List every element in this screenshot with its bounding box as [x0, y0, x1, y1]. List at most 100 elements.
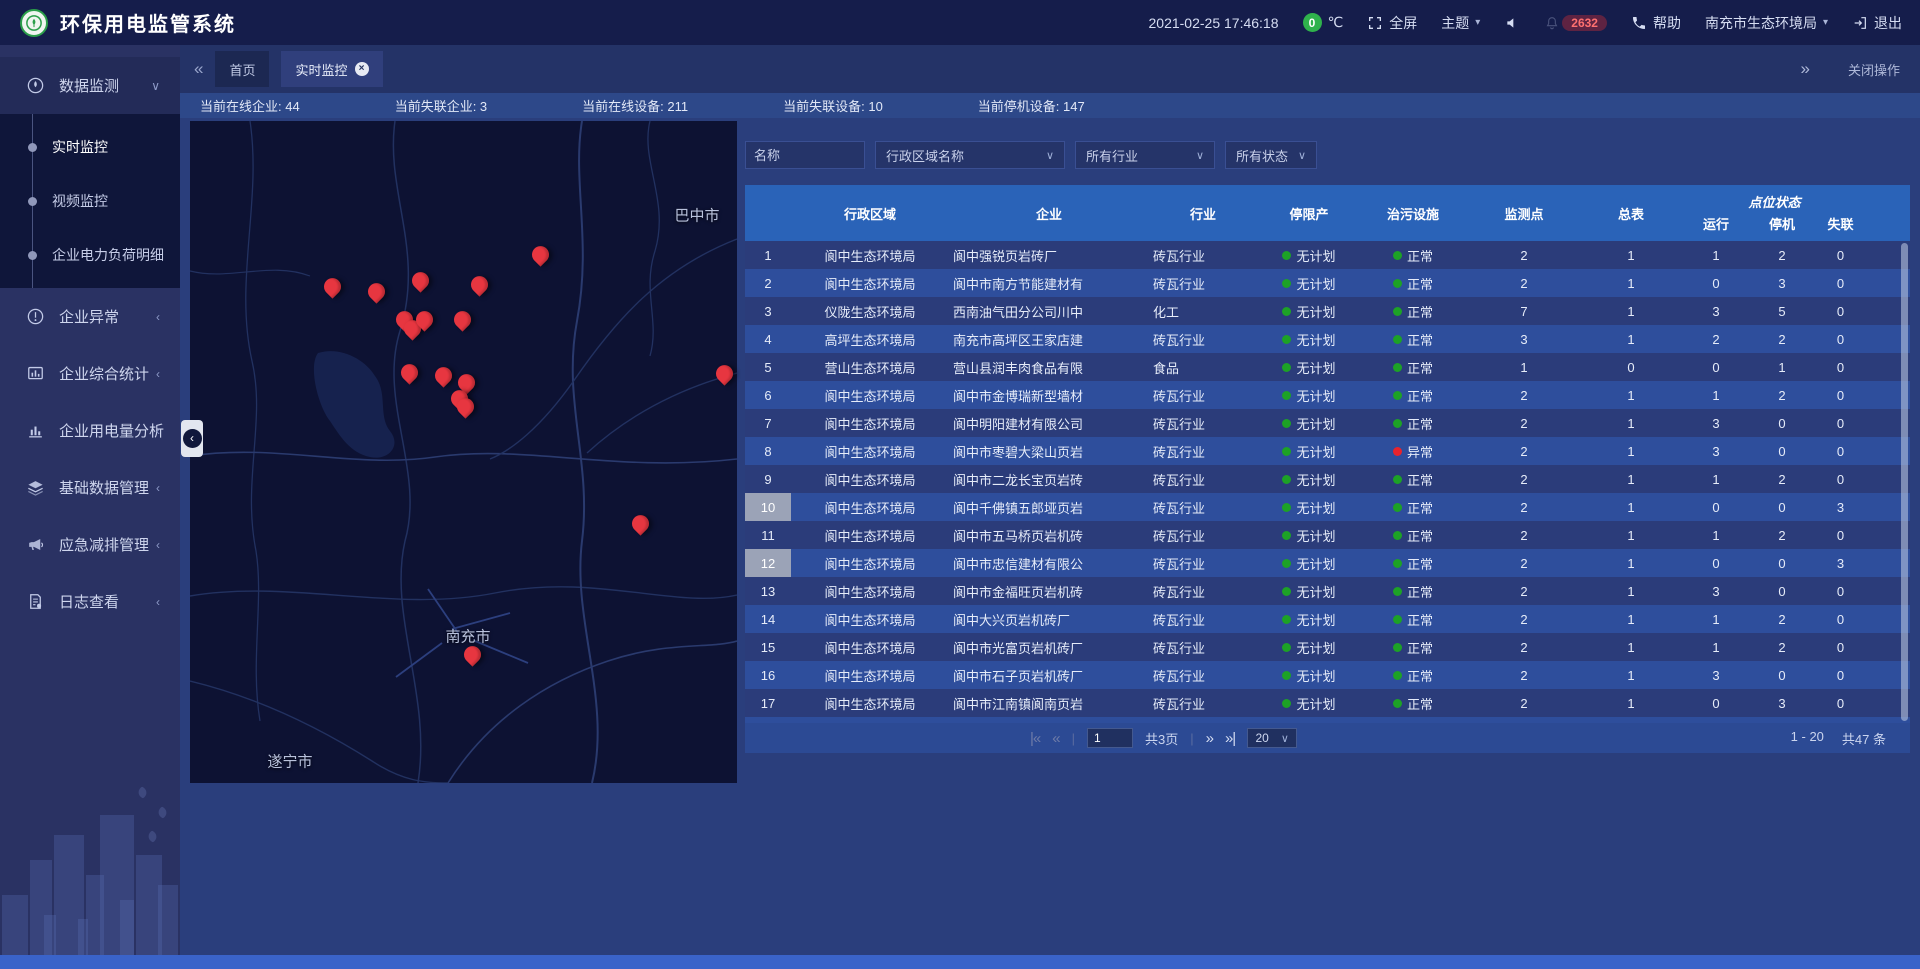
sidebar-subitem-realtime-monitor[interactable]: 实时监控 [0, 120, 180, 174]
map-pin[interactable] [716, 365, 734, 383]
mute-button[interactable] [1504, 15, 1520, 31]
sidebar-subitem-label: 企业电力负荷明细 [52, 245, 164, 265]
cell-region: 仪陇生态环境局 [791, 297, 949, 325]
building-shape [78, 919, 88, 955]
map-pin[interactable] [435, 367, 453, 385]
cell-total-meter: 1 [1583, 605, 1679, 633]
status-dot-icon [1282, 279, 1291, 288]
table-body: 1阆中生态环境局阆中强锐页岩砖厂砖瓦行业无计划正常211202阆中生态环境局阆中… [745, 241, 1910, 723]
page-number-input[interactable] [1087, 728, 1133, 748]
cell-offline-count: 0 [1811, 353, 1870, 381]
sidebar-item-base-data-management[interactable]: 基础数据管理‹ [0, 459, 180, 516]
page-title: 环保用电监管系统 [60, 8, 236, 37]
table-row[interactable]: 9阆中生态环境局阆中市二龙长宝页岩砖砖瓦行业无计划正常21120 [745, 465, 1910, 493]
page-size-select[interactable]: 20∨ [1247, 728, 1297, 748]
map-pin[interactable] [412, 272, 430, 290]
next-page-button[interactable]: » [1206, 730, 1213, 747]
map-pin[interactable] [532, 246, 550, 264]
table-row[interactable]: 15阆中生态环境局阆中市光富页岩机砖厂砖瓦行业无计划正常21120 [745, 633, 1910, 661]
sidebar-item-data-monitoring[interactable]: 数据监测∨ [0, 57, 180, 114]
cell-stopped-count: 2 [1753, 521, 1811, 549]
cell-region: 营山生态环境局 [791, 353, 949, 381]
tabs-scroll-left-icon[interactable]: « [194, 59, 203, 79]
cell-offline-count: 0 [1811, 521, 1870, 549]
organization-dropdown[interactable]: 南充市生态环境局▾ [1705, 13, 1828, 33]
table-row[interactable]: 8阆中生态环境局阆中市枣碧大梁山页岩砖瓦行业无计划异常21300 [745, 437, 1910, 465]
prev-page-button[interactable]: « [1052, 730, 1059, 747]
sidebar-subitem-video-monitor[interactable]: 视频监控 [0, 174, 180, 228]
cell-stop-production: 无计划 [1257, 325, 1361, 353]
sidebar-collapse-handle[interactable]: ‹ [181, 420, 203, 457]
cell-total-meter: 1 [1583, 549, 1679, 577]
region-filter-select[interactable]: 行政区域名称∨ [875, 141, 1065, 169]
sidebar-item-enterprise-statistics[interactable]: 企业综合统计‹ [0, 345, 180, 402]
table-header: 行政区域 企业 行业 停限产 治污设施 监测点 总表 点位状态 运行 停机 [745, 185, 1910, 241]
table-row[interactable]: 17阆中生态环境局阆中市江南镇阆南页岩砖瓦行业无计划正常21030 [745, 689, 1910, 717]
cell-offline-count: 0 [1811, 465, 1870, 493]
sidebar-item-log-view[interactable]: 日志查看‹ [0, 573, 180, 630]
table-scrollbar[interactable] [1901, 243, 1908, 721]
table-row[interactable]: 10阆中生态环境局阆中千佛镇五郎垭页岩砖瓦行业无计划正常21003 [745, 493, 1910, 521]
first-page-button[interactable]: |« [1030, 730, 1040, 747]
table-row[interactable]: 4高坪生态环境局南充市高坪区王家店建砖瓦行业无计划正常31220 [745, 325, 1910, 353]
sidebar-item-power-usage-analysis[interactable]: 企业用电量分析‹ [0, 402, 180, 459]
cell-region: 阆中生态环境局 [791, 549, 949, 577]
tab-home[interactable]: 首页 [215, 51, 269, 87]
notifications-button[interactable]: 2632 [1544, 15, 1607, 31]
speaker-mute-icon [1504, 15, 1520, 31]
map-pin[interactable] [401, 364, 419, 382]
theme-dropdown[interactable]: 主题▾ [1441, 13, 1480, 33]
cell-total-meter: 1 [1583, 241, 1679, 269]
table-row[interactable]: 13阆中生态环境局阆中市金福旺页岩机砖砖瓦行业无计划正常21300 [745, 577, 1910, 605]
last-page-button[interactable]: »| [1225, 730, 1235, 747]
map-panel[interactable]: 巴中市南充市遂宁市 ‹ [190, 121, 737, 783]
pin-shape-icon [453, 395, 477, 419]
table-row[interactable]: 7阆中生态环境局阆中明阳建材有限公司砖瓦行业无计划正常21300 [745, 409, 1910, 437]
sidebar-item-emergency-reduction[interactable]: 应急减排管理‹ [0, 516, 180, 573]
logout-button[interactable]: 退出 [1852, 13, 1902, 33]
tab-realtime-monitor[interactable]: 实时监控 × [281, 51, 382, 87]
table-row[interactable]: 3仪陇生态环境局西南油气田分公司川中化工无计划正常71350 [745, 297, 1910, 325]
table-row[interactable]: 12阆中生态环境局阆中市忠信建材有限公砖瓦行业无计划正常21003 [745, 549, 1910, 577]
map-pin[interactable] [368, 283, 386, 301]
table-row[interactable]: 11阆中生态环境局阆中市五马桥页岩机砖砖瓦行业无计划正常21120 [745, 521, 1910, 549]
status-filter-select[interactable]: 所有状态∨ [1225, 141, 1317, 169]
row-index: 7 [745, 409, 791, 437]
map-pin[interactable] [632, 515, 650, 533]
map-pin[interactable] [471, 276, 489, 294]
industry-filter-select[interactable]: 所有行业∨ [1075, 141, 1215, 169]
table-row[interactable]: 14阆中生态环境局阆中大兴页岩机砖厂砖瓦行业无计划正常21120 [745, 605, 1910, 633]
table-row[interactable]: 16阆中生态环境局阆中市石子页岩机砖厂砖瓦行业无计划正常21300 [745, 661, 1910, 689]
tab-close-icon[interactable]: × [355, 62, 369, 76]
map-pin[interactable] [464, 646, 482, 664]
temperature-unit: ℃ [1328, 14, 1344, 31]
name-filter-input[interactable] [745, 141, 865, 169]
sidebar-subitem-power-load-detail[interactable]: 企业电力负荷明细 [0, 228, 180, 282]
range-label: 1 - 20 [1791, 729, 1824, 748]
status-dot-icon [1282, 671, 1291, 680]
cell-total-meter: 1 [1583, 381, 1679, 409]
help-button[interactable]: 帮助 [1631, 13, 1681, 33]
cell-total-meter: 1 [1583, 325, 1679, 353]
cell-monitor-points: 2 [1465, 605, 1583, 633]
table-row[interactable]: 6阆中生态环境局阆中市金博瑞新型墙材砖瓦行业无计划正常21120 [745, 381, 1910, 409]
map-pin[interactable] [416, 311, 434, 329]
row-index: 5 [745, 353, 791, 381]
status-dot-icon [1282, 615, 1291, 624]
table-row[interactable]: 2阆中生态环境局阆中市南方节能建材有砖瓦行业无计划正常21030 [745, 269, 1910, 297]
submenu-dot-icon [28, 251, 37, 260]
map-pin[interactable] [454, 311, 472, 329]
close-operations-dropdown[interactable]: 关闭操作 [1848, 60, 1900, 79]
table-row[interactable]: 5营山生态环境局营山县润丰肉食品有限食品无计划正常10010 [745, 353, 1910, 381]
map-pin[interactable] [457, 398, 475, 416]
tabs-scroll-right-icon[interactable]: » [1801, 59, 1810, 79]
stop-production-label: 无计划 [1296, 666, 1335, 685]
cell-stopped-count: 0 [1753, 549, 1811, 577]
table-row[interactable]: 18南部生态环境局南部县殊华水泥有限公建材行业无计划正常60060 [745, 717, 1910, 723]
fullscreen-button[interactable]: 全屏 [1367, 13, 1417, 33]
stop-production-label: 无计划 [1296, 414, 1335, 433]
table-row[interactable]: 1阆中生态环境局阆中强锐页岩砖厂砖瓦行业无计划正常21120 [745, 241, 1910, 269]
sidebar-item-enterprise-abnormal[interactable]: 企业异常‹ [0, 288, 180, 345]
cell-run-count: 3 [1679, 409, 1753, 437]
map-pin[interactable] [324, 278, 342, 296]
